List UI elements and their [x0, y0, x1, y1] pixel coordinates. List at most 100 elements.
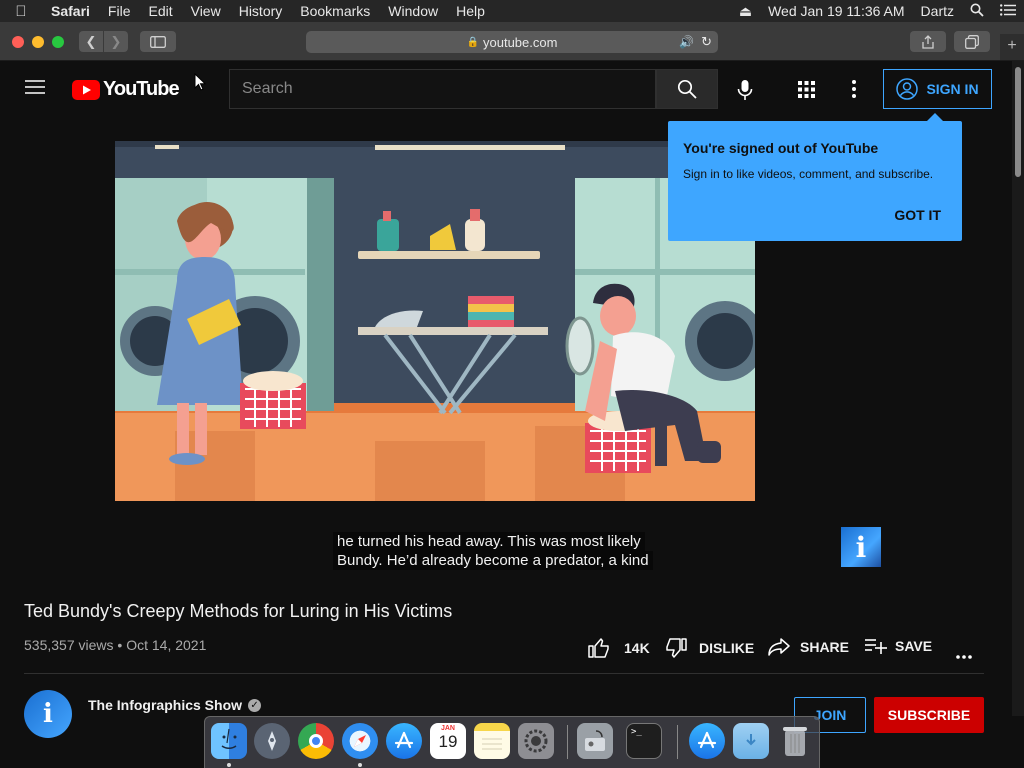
- apple-menu-icon[interactable]: : [0, 3, 42, 20]
- more-actions-button[interactable]: [956, 646, 972, 664]
- like-count: 14K: [624, 640, 650, 656]
- channel-name[interactable]: The Infographics Show ✓: [88, 697, 262, 713]
- scrollbar-thumb[interactable]: [1015, 67, 1021, 177]
- menubar-clock[interactable]: Wed Jan 19 11:36 AM: [760, 3, 912, 19]
- chevron-left-icon: ❮: [85, 33, 97, 49]
- spotlight-icon[interactable]: [962, 3, 992, 20]
- address-bar[interactable]: 🔒 youtube.com 🔊 ↻: [306, 31, 718, 53]
- menu-edit[interactable]: Edit: [139, 3, 181, 19]
- new-tab-button[interactable]: +: [1000, 34, 1024, 60]
- eject-icon[interactable]: ⏏: [731, 3, 760, 20]
- calendar-day: 19: [438, 732, 458, 751]
- macos-menubar:  Safari File Edit View History Bookmark…: [0, 0, 1024, 22]
- plus-icon: +: [1007, 37, 1017, 54]
- page-scrollbar[interactable]: [1012, 61, 1024, 716]
- content-divider: [24, 673, 984, 674]
- microphone-icon: [737, 80, 753, 100]
- calendar-month: JAN: [440, 725, 455, 732]
- calendar-icon[interactable]: JAN 19: [430, 723, 466, 759]
- like-button[interactable]: 14K: [588, 638, 650, 658]
- app-store-downloads-icon[interactable]: [689, 723, 725, 759]
- video-frame-illustration: [115, 141, 755, 501]
- back-button[interactable]: ❮: [79, 31, 103, 52]
- youtube-logo[interactable]: YouTube: [72, 78, 180, 101]
- video-meta: 535,357 views • Oct 14, 2021: [24, 637, 206, 653]
- youtube-play-logo-icon: [72, 79, 100, 100]
- address-bar-url: youtube.com: [483, 34, 558, 50]
- channel-avatar[interactable]: i: [24, 690, 72, 738]
- mouse-cursor-icon: [194, 72, 207, 96]
- system-preferences-icon[interactable]: [518, 723, 554, 759]
- tabs-icon: [965, 34, 979, 49]
- dock-separator: [567, 725, 568, 759]
- dislike-button[interactable]: DISLIKE: [665, 638, 754, 658]
- chrome-icon[interactable]: [298, 723, 334, 759]
- lock-icon: 🔒: [466, 36, 479, 48]
- share-label: SHARE: [800, 639, 850, 655]
- thumbs-up-icon: [588, 638, 609, 658]
- audio-playing-icon[interactable]: 🔊: [679, 35, 694, 49]
- tab-overview-button[interactable]: [954, 31, 990, 52]
- share-button[interactable]: SHARE: [768, 638, 849, 656]
- zoom-window-button[interactable]: [52, 36, 64, 48]
- account-circle-icon: [896, 78, 919, 100]
- dislike-label: DISLIKE: [699, 640, 755, 656]
- got-it-button[interactable]: GOT IT: [894, 207, 941, 223]
- save-button[interactable]: SAVE: [865, 638, 932, 654]
- more-vertical-icon: [852, 80, 856, 98]
- search-input[interactable]: Search: [242, 80, 293, 98]
- menubar-user[interactable]: Dartz: [913, 3, 962, 19]
- signed-out-popup: You're signed out of YouTube Sign in to …: [668, 113, 962, 241]
- finder-running-indicator: [227, 763, 231, 767]
- video-player[interactable]: [115, 141, 755, 501]
- share-arrow-icon: [768, 638, 790, 656]
- youtube-logo-text: YouTube: [103, 78, 180, 100]
- thumbs-down-icon: [666, 638, 687, 658]
- apps-grid-icon: [798, 81, 815, 98]
- menu-app-name[interactable]: Safari: [42, 3, 99, 19]
- menu-file[interactable]: File: [99, 3, 140, 19]
- save-label: SAVE: [895, 638, 933, 654]
- control-center-icon[interactable]: [992, 3, 1024, 19]
- guide-menu-button[interactable]: [25, 79, 47, 99]
- sign-in-button[interactable]: SIGN IN: [883, 69, 992, 109]
- menu-history[interactable]: History: [230, 3, 292, 19]
- subscribe-label: SUBSCRIBE: [887, 707, 971, 723]
- forward-button[interactable]: ❯: [104, 31, 128, 52]
- menu-view[interactable]: View: [182, 3, 230, 19]
- view-count: 535,357 views: [24, 637, 114, 653]
- sign-in-label: SIGN IN: [926, 81, 979, 97]
- trash-icon[interactable]: [777, 723, 813, 759]
- more-horizontal-icon: [956, 655, 972, 659]
- downloads-folder-icon[interactable]: [733, 723, 769, 759]
- subscribe-button[interactable]: SUBSCRIBE: [874, 697, 984, 733]
- menu-bookmarks[interactable]: Bookmarks: [291, 3, 379, 19]
- app-store-icon[interactable]: [386, 723, 422, 759]
- launchpad-icon[interactable]: [254, 723, 290, 759]
- meta-separator: •: [117, 637, 127, 653]
- search-box[interactable]: Search: [229, 69, 656, 109]
- menu-help[interactable]: Help: [447, 3, 494, 19]
- close-window-button[interactable]: [12, 36, 24, 48]
- apps-button[interactable]: [798, 81, 815, 103]
- caption-line-1: he turned his head away. This was most l…: [333, 532, 645, 551]
- settings-menu-button[interactable]: [852, 80, 856, 103]
- channel-name-text: The Infographics Show: [88, 697, 243, 713]
- sidebar-icon: [150, 35, 166, 48]
- notes-icon[interactable]: [474, 723, 510, 759]
- finder-icon[interactable]: [211, 723, 247, 759]
- menu-window[interactable]: Window: [379, 3, 447, 19]
- safari-icon[interactable]: [342, 723, 378, 759]
- sidebar-toggle-button[interactable]: [140, 31, 176, 52]
- info-card-button[interactable]: i: [841, 527, 881, 567]
- voice-search-button[interactable]: [737, 79, 753, 106]
- video-captions: he turned his head away. This was most l…: [333, 532, 653, 570]
- minimize-window-button[interactable]: [32, 36, 44, 48]
- reload-icon[interactable]: ↻: [701, 34, 712, 50]
- share-toolbar-button[interactable]: [910, 31, 946, 52]
- search-button[interactable]: [656, 69, 718, 109]
- verified-check-icon: ✓: [248, 698, 262, 712]
- disk-utility-icon[interactable]: [577, 723, 613, 759]
- terminal-icon[interactable]: >_: [626, 723, 662, 759]
- popup-heading: You're signed out of YouTube: [683, 140, 879, 156]
